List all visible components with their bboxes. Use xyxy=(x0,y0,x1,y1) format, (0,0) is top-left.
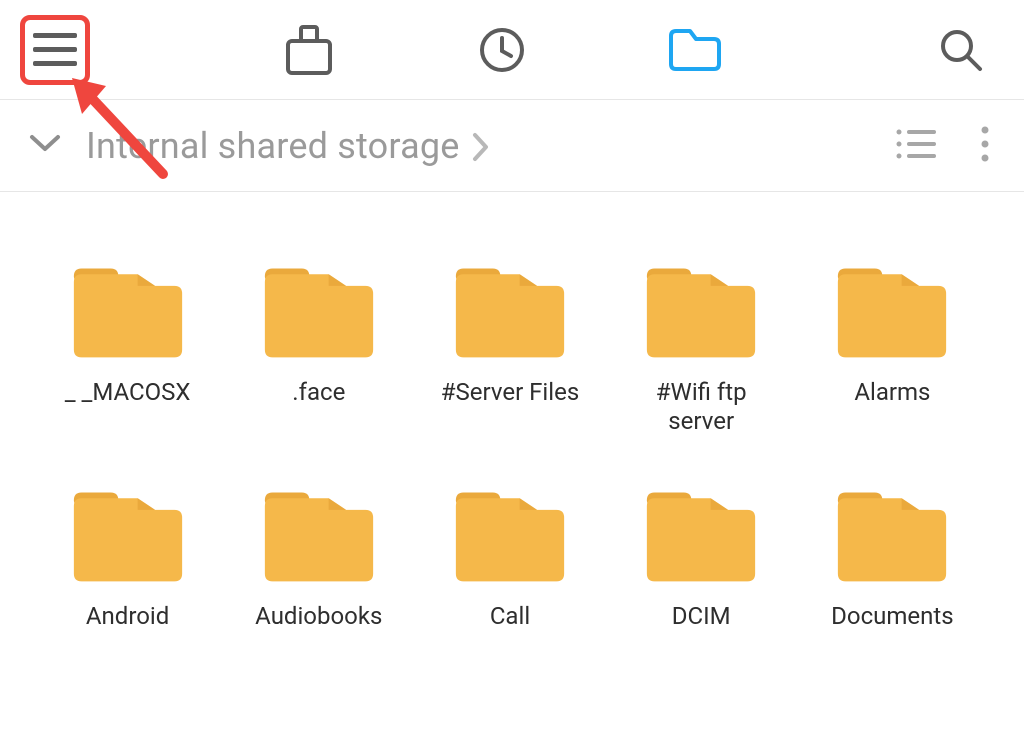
folder-label: _ _MACOSX xyxy=(65,378,191,436)
folder-label: .face xyxy=(292,378,345,436)
chevron-right-icon xyxy=(472,132,490,162)
folder-icon xyxy=(70,262,186,360)
folder-item[interactable]: DCIM xyxy=(630,486,773,660)
analysis-tab[interactable] xyxy=(286,25,332,75)
folder-icon xyxy=(834,486,950,584)
menu-icon xyxy=(33,33,77,67)
folder-label: Alarms xyxy=(854,378,930,436)
folder-icon xyxy=(261,262,377,360)
folder-item[interactable]: #Server Files xyxy=(438,262,581,436)
folder-label: #Wifi ftp server xyxy=(630,378,773,436)
more-vert-icon xyxy=(980,126,990,162)
folder-icon xyxy=(261,486,377,584)
folder-item[interactable]: Audiobooks xyxy=(247,486,390,660)
folder-item[interactable]: #Wifi ftp server xyxy=(630,262,773,436)
analysis-icon xyxy=(286,25,332,75)
folder-item[interactable]: .face xyxy=(247,262,390,436)
folder-item[interactable]: Alarms xyxy=(821,262,964,436)
files-tab[interactable] xyxy=(668,28,722,72)
top-toolbar xyxy=(0,0,1024,100)
breadcrumb-next[interactable] xyxy=(472,132,490,166)
clock-icon xyxy=(478,26,526,74)
path-row: Internal shared storage xyxy=(0,100,1024,192)
folder-label: Audiobooks xyxy=(255,602,382,660)
list-view-icon xyxy=(896,128,936,160)
menu-button[interactable] xyxy=(20,15,90,85)
folder-grid: _ _MACOSX .face #Server Files #Wifi ftp … xyxy=(0,192,1024,690)
folder-label: DCIM xyxy=(672,602,731,660)
folder-item[interactable]: Call xyxy=(438,486,581,660)
folder-item[interactable]: Documents xyxy=(821,486,964,660)
view-mode-button[interactable] xyxy=(896,128,936,164)
folder-icon xyxy=(452,262,568,360)
folder-icon xyxy=(70,486,186,584)
recent-tab[interactable] xyxy=(478,26,526,74)
collapse-path-button[interactable] xyxy=(28,133,62,159)
breadcrumb-title[interactable]: Internal shared storage xyxy=(86,125,460,167)
folder-item[interactable]: Android xyxy=(56,486,199,660)
folder-icon xyxy=(643,486,759,584)
folder-label: Android xyxy=(86,602,169,660)
folder-label: Call xyxy=(490,602,530,660)
folder-icon xyxy=(452,486,568,584)
folder-item[interactable]: _ _MACOSX xyxy=(56,262,199,436)
folder-icon xyxy=(643,262,759,360)
folder-label: Documents xyxy=(831,602,954,660)
search-icon xyxy=(938,27,984,73)
folder-outline-icon xyxy=(668,28,722,72)
folder-label: #Server Files xyxy=(441,378,579,436)
search-button[interactable] xyxy=(938,27,984,73)
folder-icon xyxy=(834,262,950,360)
more-options-button[interactable] xyxy=(980,126,990,166)
chevron-down-icon xyxy=(28,133,62,155)
